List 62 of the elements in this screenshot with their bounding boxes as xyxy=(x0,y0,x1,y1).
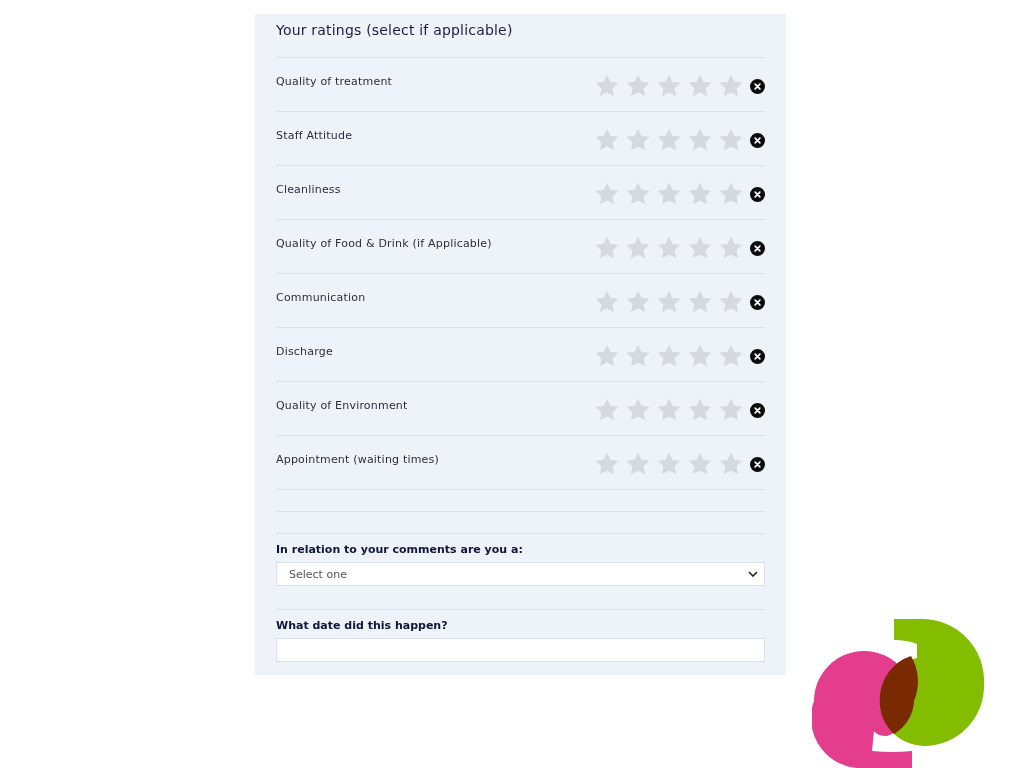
star-icon[interactable] xyxy=(686,397,714,423)
rating-label: Staff Attitude xyxy=(276,129,353,142)
star-icon[interactable] xyxy=(686,451,714,477)
star-icon[interactable] xyxy=(655,289,683,315)
clear-icon[interactable] xyxy=(750,402,765,418)
star-icon[interactable] xyxy=(655,397,683,423)
star-icon[interactable] xyxy=(593,181,621,207)
star-icon[interactable] xyxy=(686,235,714,261)
star-icon[interactable] xyxy=(686,181,714,207)
clear-icon[interactable] xyxy=(750,294,765,310)
star-icon[interactable] xyxy=(717,127,745,153)
clear-icon[interactable] xyxy=(750,186,765,202)
section-title: Your ratings (select if applicable) xyxy=(276,21,514,40)
star-icon[interactable] xyxy=(655,235,683,261)
star-icon[interactable] xyxy=(655,451,683,477)
star-icon[interactable] xyxy=(624,451,652,477)
rating-label: Communication xyxy=(276,291,366,304)
star-icon[interactable] xyxy=(717,181,745,207)
star-icon[interactable] xyxy=(624,343,652,369)
star-icon[interactable] xyxy=(593,73,621,99)
rating-label: Quality of Environment xyxy=(276,399,408,412)
star-icon[interactable] xyxy=(624,73,652,99)
star-icon[interactable] xyxy=(717,289,745,315)
star-icon[interactable] xyxy=(624,181,652,207)
caret-icon xyxy=(748,571,758,577)
star-icon[interactable] xyxy=(686,73,714,99)
star-icon[interactable] xyxy=(624,289,652,315)
clear-icon[interactable] xyxy=(750,78,765,94)
star-icon[interactable] xyxy=(686,289,714,315)
clear-icon[interactable] xyxy=(750,456,765,472)
question-label: What date did this happen? xyxy=(276,619,449,632)
clear-icon[interactable] xyxy=(750,132,765,148)
star-icon[interactable] xyxy=(624,127,652,153)
star-icon[interactable] xyxy=(717,397,745,423)
star-icon[interactable] xyxy=(686,343,714,369)
star-icon[interactable] xyxy=(717,451,745,477)
star-icon[interactable] xyxy=(655,127,683,153)
star-icon[interactable] xyxy=(624,235,652,261)
star-icon[interactable] xyxy=(717,343,745,369)
rating-label: Discharge xyxy=(276,345,333,358)
date-field[interactable] xyxy=(276,638,765,662)
star-icon[interactable] xyxy=(593,397,621,423)
rating-label: Appointment (waiting times) xyxy=(276,453,439,466)
star-icon[interactable] xyxy=(593,127,621,153)
clear-icon[interactable] xyxy=(750,348,765,364)
clear-icon[interactable] xyxy=(750,240,765,256)
rating-label: Cleanliness xyxy=(276,183,341,196)
star-icon[interactable] xyxy=(655,73,683,99)
star-icon[interactable] xyxy=(593,289,621,315)
star-icon[interactable] xyxy=(717,73,745,99)
role-dropdown[interactable]: Select one xyxy=(276,562,765,586)
star-icon[interactable] xyxy=(655,343,683,369)
question-label: In relation to your comments are you a: xyxy=(276,543,524,556)
star-icon[interactable] xyxy=(593,343,621,369)
star-icon[interactable] xyxy=(624,397,652,423)
star-icon[interactable] xyxy=(593,235,621,261)
star-icon[interactable] xyxy=(655,181,683,207)
star-icon[interactable] xyxy=(717,235,745,261)
rating-label: Quality of treatment xyxy=(276,75,393,88)
rating-label: Quality of Food & Drink (if Applicable) xyxy=(276,237,492,250)
star-icon[interactable] xyxy=(593,451,621,477)
star-icon[interactable] xyxy=(686,127,714,153)
